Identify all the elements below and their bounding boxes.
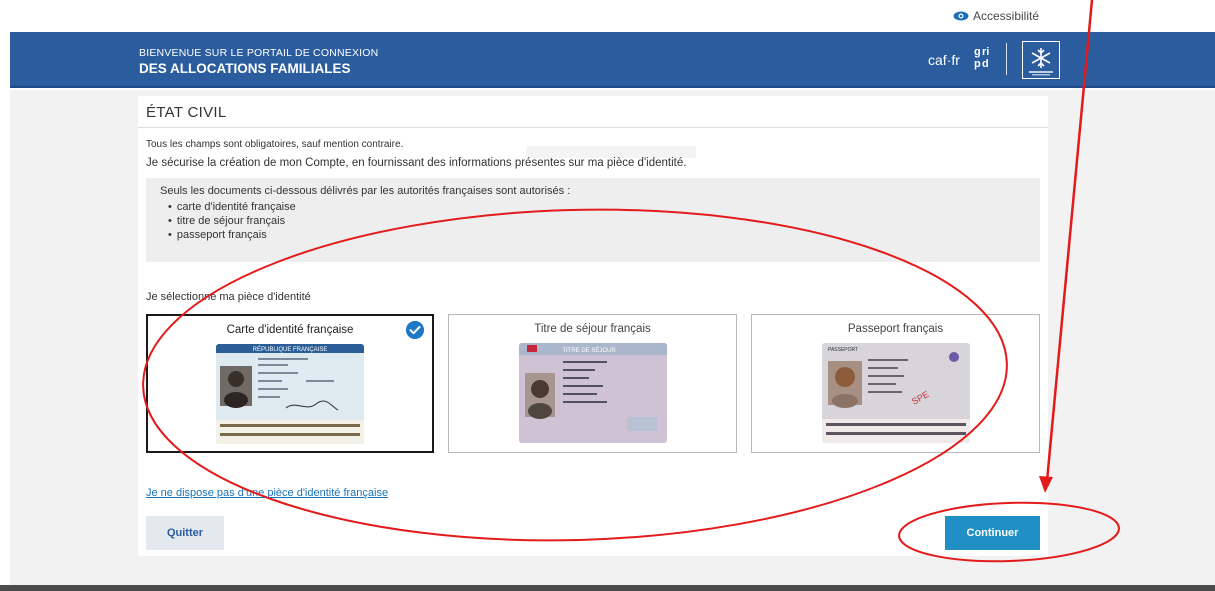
footer-bar — [0, 585, 1215, 591]
allowed-documents-info: Seuls les documents ci-dessous délivrés … — [146, 178, 1040, 262]
id-select-label: Je sélectionne ma pièce d'identité — [146, 291, 311, 303]
svg-text:ri: ri — [982, 46, 989, 58]
site-header: BIENVENUE SUR LE PORTAIL DE CONNEXION DE… — [10, 32, 1215, 88]
residence-permit-option[interactable]: Titre de séjour français TITRE DE SÉJOUR — [448, 314, 737, 453]
residence-permit-option-label: Titre de séjour français — [534, 323, 651, 335]
page: Accessibilité BIENVENUE SUR LE PORTAIL D… — [0, 0, 1215, 591]
gip-logo[interactable]: g ri p d — [972, 44, 994, 70]
list-item: passeport français — [168, 228, 1040, 242]
svg-text:d: d — [982, 58, 989, 70]
id-card-option-label: Carte d'identité française — [226, 324, 354, 336]
svg-text:p: p — [974, 58, 981, 70]
gip-logo-icon: g ri p d — [974, 46, 989, 70]
eye-icon — [953, 11, 969, 21]
allowed-documents-list: carte d'identité française titre de séjo… — [168, 200, 1040, 242]
accessibility-label: Accessibilité — [972, 9, 1039, 23]
svg-text:g: g — [974, 46, 981, 58]
id-card-header: RÉPUBLIQUE FRANÇAISE — [253, 346, 328, 353]
list-item: carte d'identité française — [168, 200, 1040, 214]
info-intro: Seuls les documents ci-dessous délivrés … — [160, 185, 571, 197]
id-card-option[interactable]: Carte d'identité française RÉPUBLIQUE FR… — [146, 314, 434, 453]
caf-logo[interactable]: caf·fr — [928, 52, 960, 68]
residence-permit-image: TITRE DE SÉJOUR — [518, 343, 667, 443]
mandatory-note: Tous les champs sont obligatoires, sauf … — [146, 139, 404, 150]
passport-option-label: Passeport français — [847, 323, 944, 335]
permit-card-header: TITRE DE SÉJOUR — [562, 347, 616, 354]
etat-civil-card: ÉTAT CIVIL Tous les champs sont obligato… — [138, 96, 1048, 556]
header-welcome: BIENVENUE SUR LE PORTAIL DE CONNEXION — [139, 47, 379, 59]
header-divider — [1006, 43, 1007, 75]
allocations-familiales-logo[interactable] — [1022, 41, 1060, 79]
title-divider — [138, 127, 1048, 128]
passport-image: PASSEPORT SPE — [821, 343, 970, 443]
security-note: Je sécurise la création de mon Compte, e… — [146, 157, 687, 169]
page-title: ÉTAT CIVIL — [146, 104, 227, 121]
accessibility-link[interactable]: Accessibilité — [953, 9, 1039, 23]
no-french-id-link[interactable]: Je ne dispose pas d'une pièce d'identité… — [146, 487, 388, 499]
utility-bar: Accessibilité — [10, 0, 1215, 32]
header-title: DES ALLOCATIONS FAMILIALES — [139, 61, 351, 76]
snowflake-logo-icon — [1029, 48, 1053, 76]
passport-card-header: PASSEPORT — [828, 347, 858, 353]
passport-option[interactable]: Passeport français PASSEPORT SPE — [751, 314, 1040, 453]
list-item: titre de séjour français — [168, 214, 1040, 228]
id-card-image: RÉPUBLIQUE FRANÇAISE — [216, 344, 364, 444]
quit-button[interactable]: Quitter — [146, 516, 224, 550]
checkmark-icon — [406, 321, 424, 339]
continue-button[interactable]: Continuer — [945, 516, 1040, 550]
